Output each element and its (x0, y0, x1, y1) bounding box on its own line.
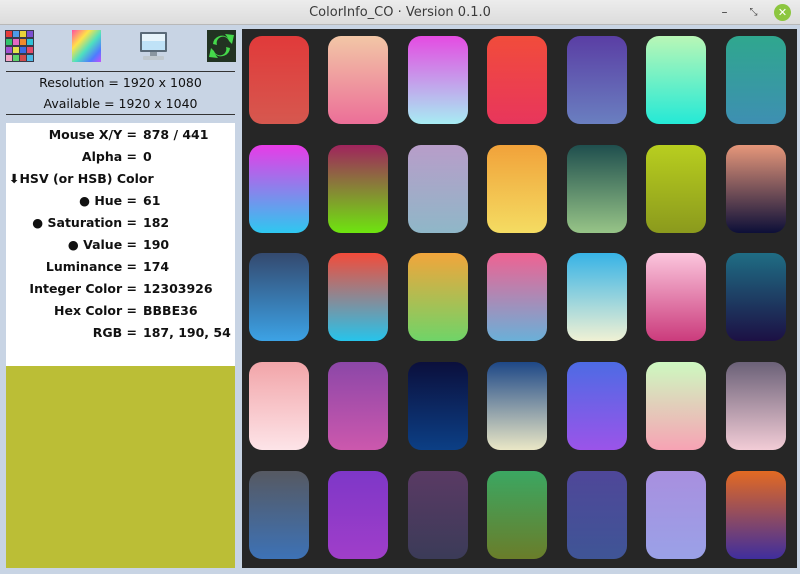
alpha-row: Alpha = 0 (6, 145, 235, 167)
color-info-box: Mouse X/Y = 878 / 441 Alpha = 0 ⬇HSV (or… (6, 123, 235, 366)
gradient-tile[interactable] (726, 145, 786, 233)
gradient-tile[interactable] (646, 471, 706, 559)
gradient-tile[interactable] (487, 362, 547, 450)
gradient-tile[interactable] (646, 253, 706, 341)
saturation-label: ● Saturation = (32, 215, 137, 230)
integer-label: Integer Color = (29, 281, 137, 296)
luminance-row: Luminance = 174 (6, 255, 235, 277)
gradient-tile[interactable] (567, 362, 627, 450)
mouse-label: Mouse X/Y = (48, 127, 137, 142)
luminance-value: 174 (143, 259, 170, 274)
gradient-tile[interactable] (487, 36, 547, 124)
gradient-tile[interactable] (408, 145, 468, 233)
gradient-tile[interactable] (249, 36, 309, 124)
gradient-tile[interactable] (408, 471, 468, 559)
rgb-row: RGB = 187, 190, 54 (6, 321, 235, 343)
gradient-tile[interactable] (726, 36, 786, 124)
mouse-value: 878 / 441 (143, 127, 209, 142)
hue-label: ● Hue = (79, 193, 137, 208)
gradient-tile[interactable] (646, 145, 706, 233)
available-text: Available = 1920 x 1040 (43, 96, 198, 111)
gradient-tile[interactable] (408, 36, 468, 124)
gradient-tile[interactable] (487, 145, 547, 233)
gradient-tile[interactable] (726, 253, 786, 341)
alpha-value: 0 (143, 149, 152, 164)
hue-row: ● Hue = 61 (6, 189, 235, 211)
integer-row: Integer Color = 12303926 (6, 277, 235, 299)
gradient-image-area[interactable] (242, 29, 797, 568)
gradient-tile[interactable] (249, 471, 309, 559)
gradient-tile[interactable] (249, 145, 309, 233)
gradient-tile[interactable] (567, 36, 627, 124)
rgb-value: 187, 190, 54 (143, 325, 231, 340)
gradient-tile[interactable] (567, 253, 627, 341)
hsv-header: ⬇HSV (or HSB) Color (9, 171, 154, 186)
hue-value: 61 (143, 193, 161, 208)
gradient-tile[interactable] (328, 145, 388, 233)
refresh-icon[interactable] (207, 30, 236, 62)
gradient-tile[interactable] (328, 253, 388, 341)
divider (6, 71, 235, 72)
info-panel: Resolution = 1920 x 1080 Available = 192… (0, 26, 241, 574)
gradient-tile[interactable] (408, 362, 468, 450)
gradient-tile[interactable] (328, 36, 388, 124)
gradient-tile[interactable] (249, 362, 309, 450)
window-title: ColorInfo_CO · Version 0.1.0 (309, 5, 491, 20)
value-value: 190 (143, 237, 170, 252)
gradient-tile[interactable] (567, 145, 627, 233)
saturation-row: ● Saturation = 182 (6, 211, 235, 233)
app-window: ColorInfo_CO · Version 0.1.0 – ⤡ ✕ Resol… (0, 0, 800, 574)
value-label: ● Value = (67, 237, 137, 252)
gradient-tile[interactable] (328, 471, 388, 559)
luminance-label: Luminance = (45, 259, 137, 274)
color-swatch (6, 366, 235, 568)
resolution-text: Resolution = 1920 x 1080 (39, 75, 202, 90)
rgb-label: RGB = (92, 325, 137, 340)
gradient-tile[interactable] (646, 36, 706, 124)
gradient-tile[interactable] (646, 362, 706, 450)
gradient-tile[interactable] (567, 471, 627, 559)
mouse-row: Mouse X/Y = 878 / 441 (6, 123, 235, 145)
gradient-tile[interactable] (487, 253, 547, 341)
divider (6, 114, 235, 115)
monitor-icon[interactable] (139, 30, 168, 62)
maximize-button[interactable]: ⤡ (745, 4, 762, 21)
hsv-header-row: ⬇HSV (or HSB) Color (6, 167, 235, 189)
alpha-label: Alpha = (81, 149, 137, 164)
hex-value: BBBE36 (143, 303, 198, 318)
integer-value: 12303926 (143, 281, 213, 296)
gradient-tile[interactable] (726, 362, 786, 450)
color-spectrum-icon[interactable] (72, 30, 101, 62)
close-button[interactable]: ✕ (774, 4, 791, 21)
minimize-button[interactable]: – (716, 4, 733, 21)
hex-label: Hex Color = (54, 303, 137, 318)
gradient-tile[interactable] (487, 471, 547, 559)
value-row: ● Value = 190 (6, 233, 235, 255)
hex-row: Hex Color = BBBE36 (6, 299, 235, 321)
gradient-tile[interactable] (408, 253, 468, 341)
gradient-tile[interactable] (726, 471, 786, 559)
gradient-tile[interactable] (328, 362, 388, 450)
gradient-tile[interactable] (249, 253, 309, 341)
saturation-value: 182 (143, 215, 170, 230)
palette-grid-icon[interactable] (5, 30, 34, 62)
title-bar: ColorInfo_CO · Version 0.1.0 – ⤡ ✕ (0, 0, 800, 25)
